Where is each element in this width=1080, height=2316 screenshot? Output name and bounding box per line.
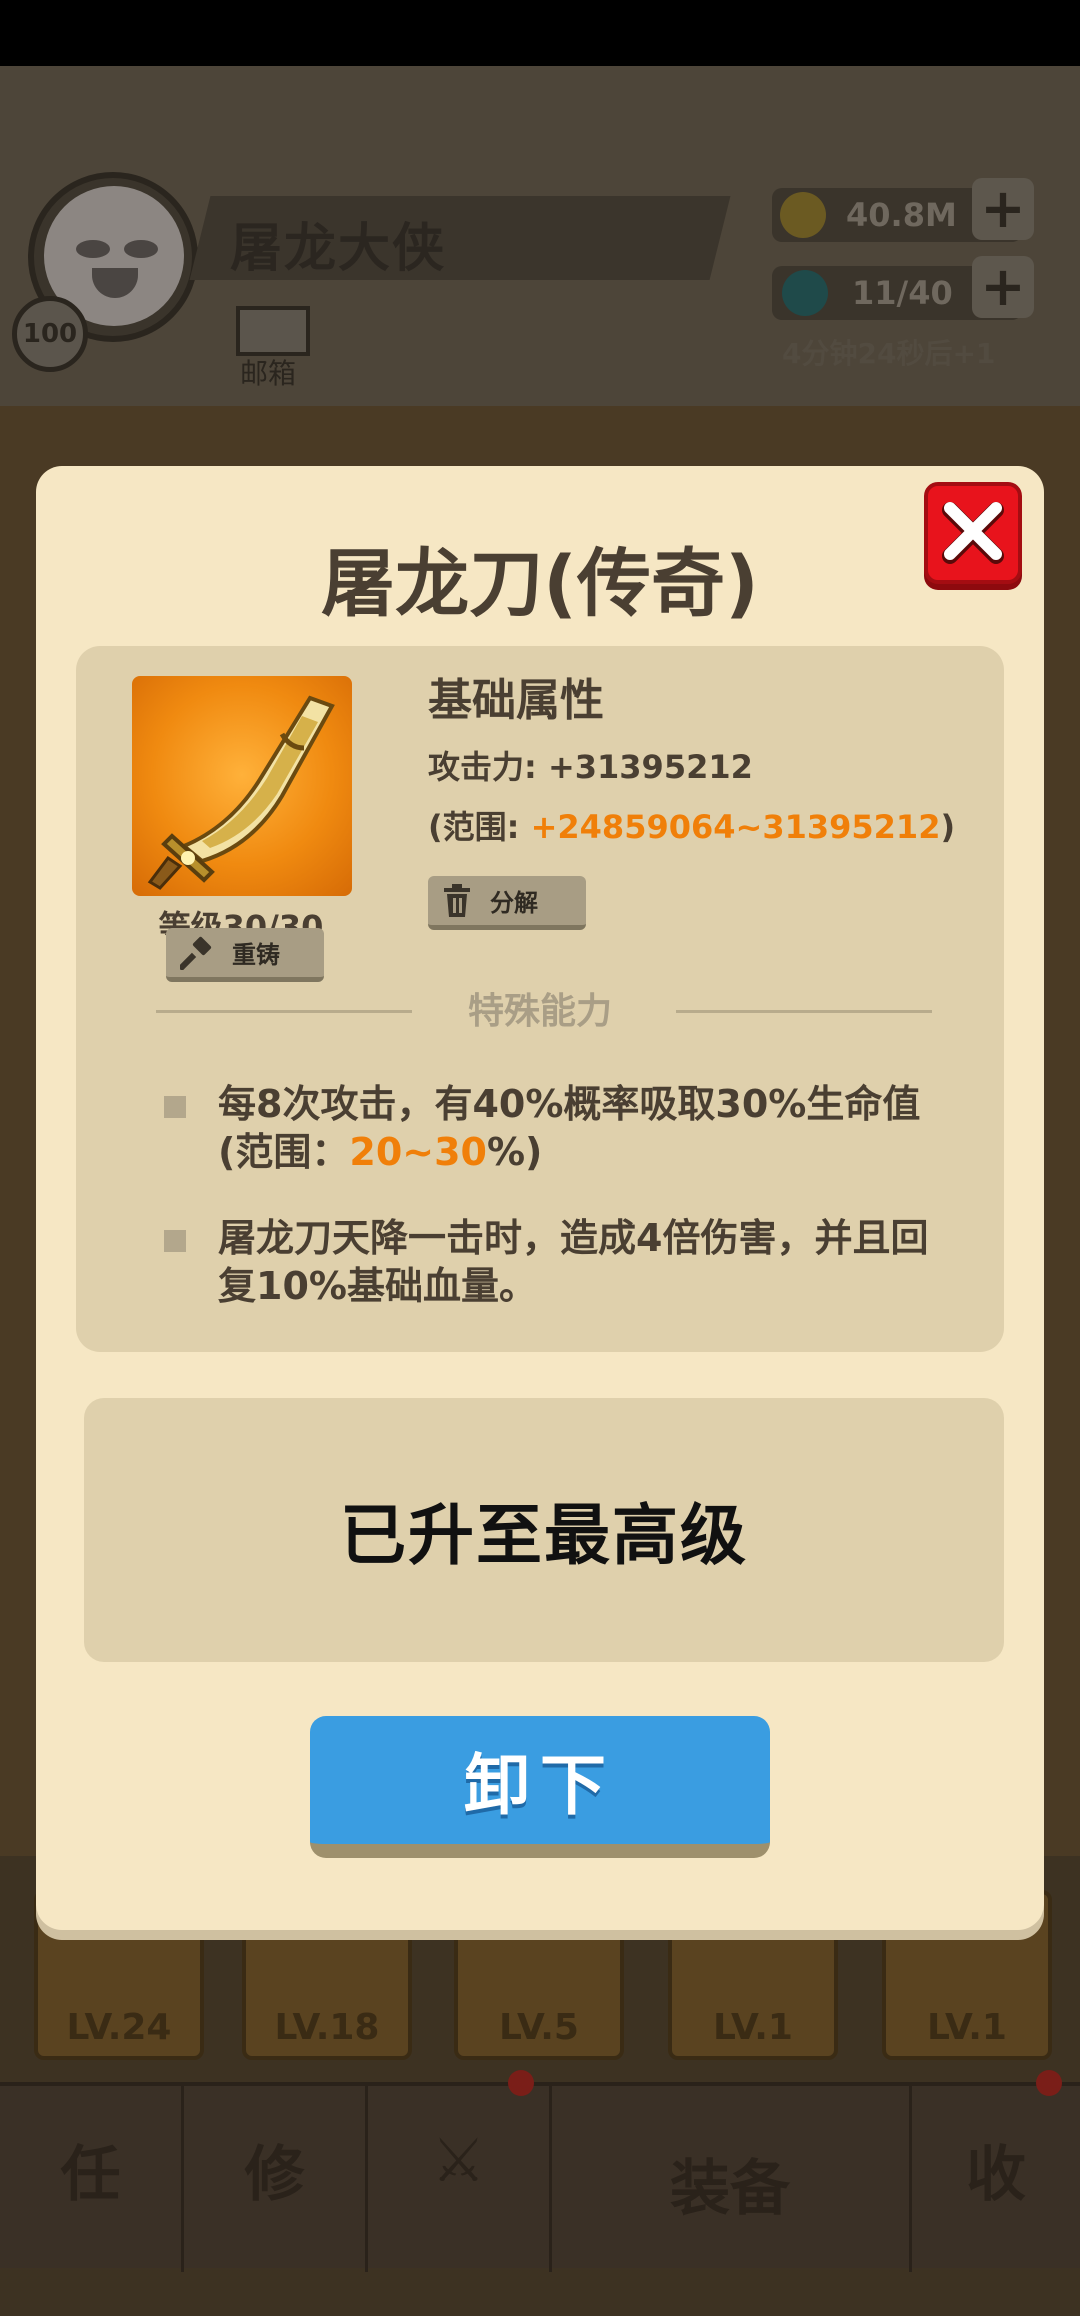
scroll-icon: 任: [60, 2140, 121, 2210]
special-ability-title: 特殊能力: [467, 991, 612, 1032]
gold-amount: 40.8M: [846, 196, 957, 234]
book-icon: 修: [244, 2140, 305, 2210]
range-prefix: (范围:: [428, 808, 531, 846]
decompose-button[interactable]: 分解: [428, 876, 586, 930]
range-suffix: ): [940, 808, 956, 846]
golden-saber-icon: [132, 676, 352, 896]
ability-1-suffix: %): [486, 1130, 543, 1174]
dialog-title: 屠龙刀(传奇): [321, 541, 759, 627]
slot-level: LV.18: [274, 2007, 380, 2048]
bullet-icon: [164, 1230, 186, 1252]
trash-icon: [444, 883, 470, 917]
player-name: 屠龙大侠: [230, 219, 447, 279]
add-energy-button[interactable]: +: [972, 256, 1034, 318]
hammer-icon: [180, 936, 212, 970]
notification-dot: [508, 2070, 534, 2096]
item-detail-dialog: 屠龙刀(传奇) 等级30/30 重铸 基础属性 攻击力: +31395212 (…: [36, 466, 1044, 1930]
bullet-icon: [164, 1096, 186, 1118]
player-level-badge: 100: [12, 296, 88, 372]
ability-1-text: 每8次攻击，有40%概率吸取30%生命值(范围：: [218, 1082, 921, 1174]
slot-level: LV.1: [927, 2007, 1007, 2048]
avatar-eye-icon: [76, 240, 110, 258]
slot-level: LV.24: [66, 2007, 172, 2048]
unequip-label: 卸下: [464, 1747, 616, 1824]
notification-dot: [1036, 2070, 1062, 2096]
slot-level: LV.5: [499, 2007, 579, 2048]
max-level-text: 已升至最高级: [340, 1497, 748, 1574]
nav-tab-collect[interactable]: 收: [912, 2086, 1080, 2272]
avatar-eye-icon: [124, 240, 158, 258]
attack-range: (范围: +24859064~31395212): [428, 802, 955, 848]
attack-value: 攻击力: +31395212: [428, 748, 753, 786]
energy-gem-icon: [782, 270, 828, 316]
status-bar: [0, 0, 1080, 66]
item-info-panel: 等级30/30 重铸 基础属性 攻击力: +31395212 (范围: +248…: [76, 646, 1004, 1352]
mail-label[interactable]: 邮箱: [240, 352, 296, 392]
energy-amount: 11/40: [852, 274, 953, 312]
close-button[interactable]: [924, 482, 1022, 584]
mail-icon[interactable]: [236, 306, 310, 356]
add-gold-button[interactable]: +: [972, 178, 1034, 240]
unequip-button[interactable]: 卸下: [310, 1716, 770, 1858]
ability-2: 屠龙刀天降一击时，造成4倍伤害，并且回复10%基础血量。: [218, 1216, 929, 1308]
nav-tab-training[interactable]: 修: [184, 2086, 368, 2272]
bottom-nav: 任 修 ⚔ 收: [0, 2082, 1080, 2272]
ability-1: 每8次攻击，有40%概率吸取30%生命值(范围：20~30%): [218, 1080, 938, 1176]
nav-tab-battle[interactable]: ⚔: [368, 2086, 552, 2272]
ability-1-range: 20~30: [349, 1130, 487, 1174]
range-value: +24859064~31395212: [530, 808, 941, 846]
crossed-swords-icon: ⚔: [431, 2126, 486, 2196]
close-x-icon: [942, 502, 1004, 564]
energy-regen-timer: 4分钟24秒后+1: [782, 337, 996, 370]
gold-coin-icon: [780, 192, 826, 238]
nav-active-label: 装备: [670, 2154, 790, 2224]
nav-tab-tasks[interactable]: 任: [0, 2086, 184, 2272]
recast-button[interactable]: 重铸: [166, 928, 324, 982]
decompose-label: 分解: [490, 889, 538, 917]
collect-icon: 收: [966, 2140, 1026, 2210]
slot-level: LV.1: [713, 2007, 793, 2048]
upgrade-panel: 已升至最高级: [84, 1398, 1004, 1662]
base-attributes-title: 基础属性: [428, 675, 604, 726]
recast-label: 重铸: [232, 941, 280, 969]
game-screen: 100 屠龙大侠 邮箱 40.8M + 11/40 + 4分钟24秒后+1 LV…: [0, 0, 1080, 2316]
